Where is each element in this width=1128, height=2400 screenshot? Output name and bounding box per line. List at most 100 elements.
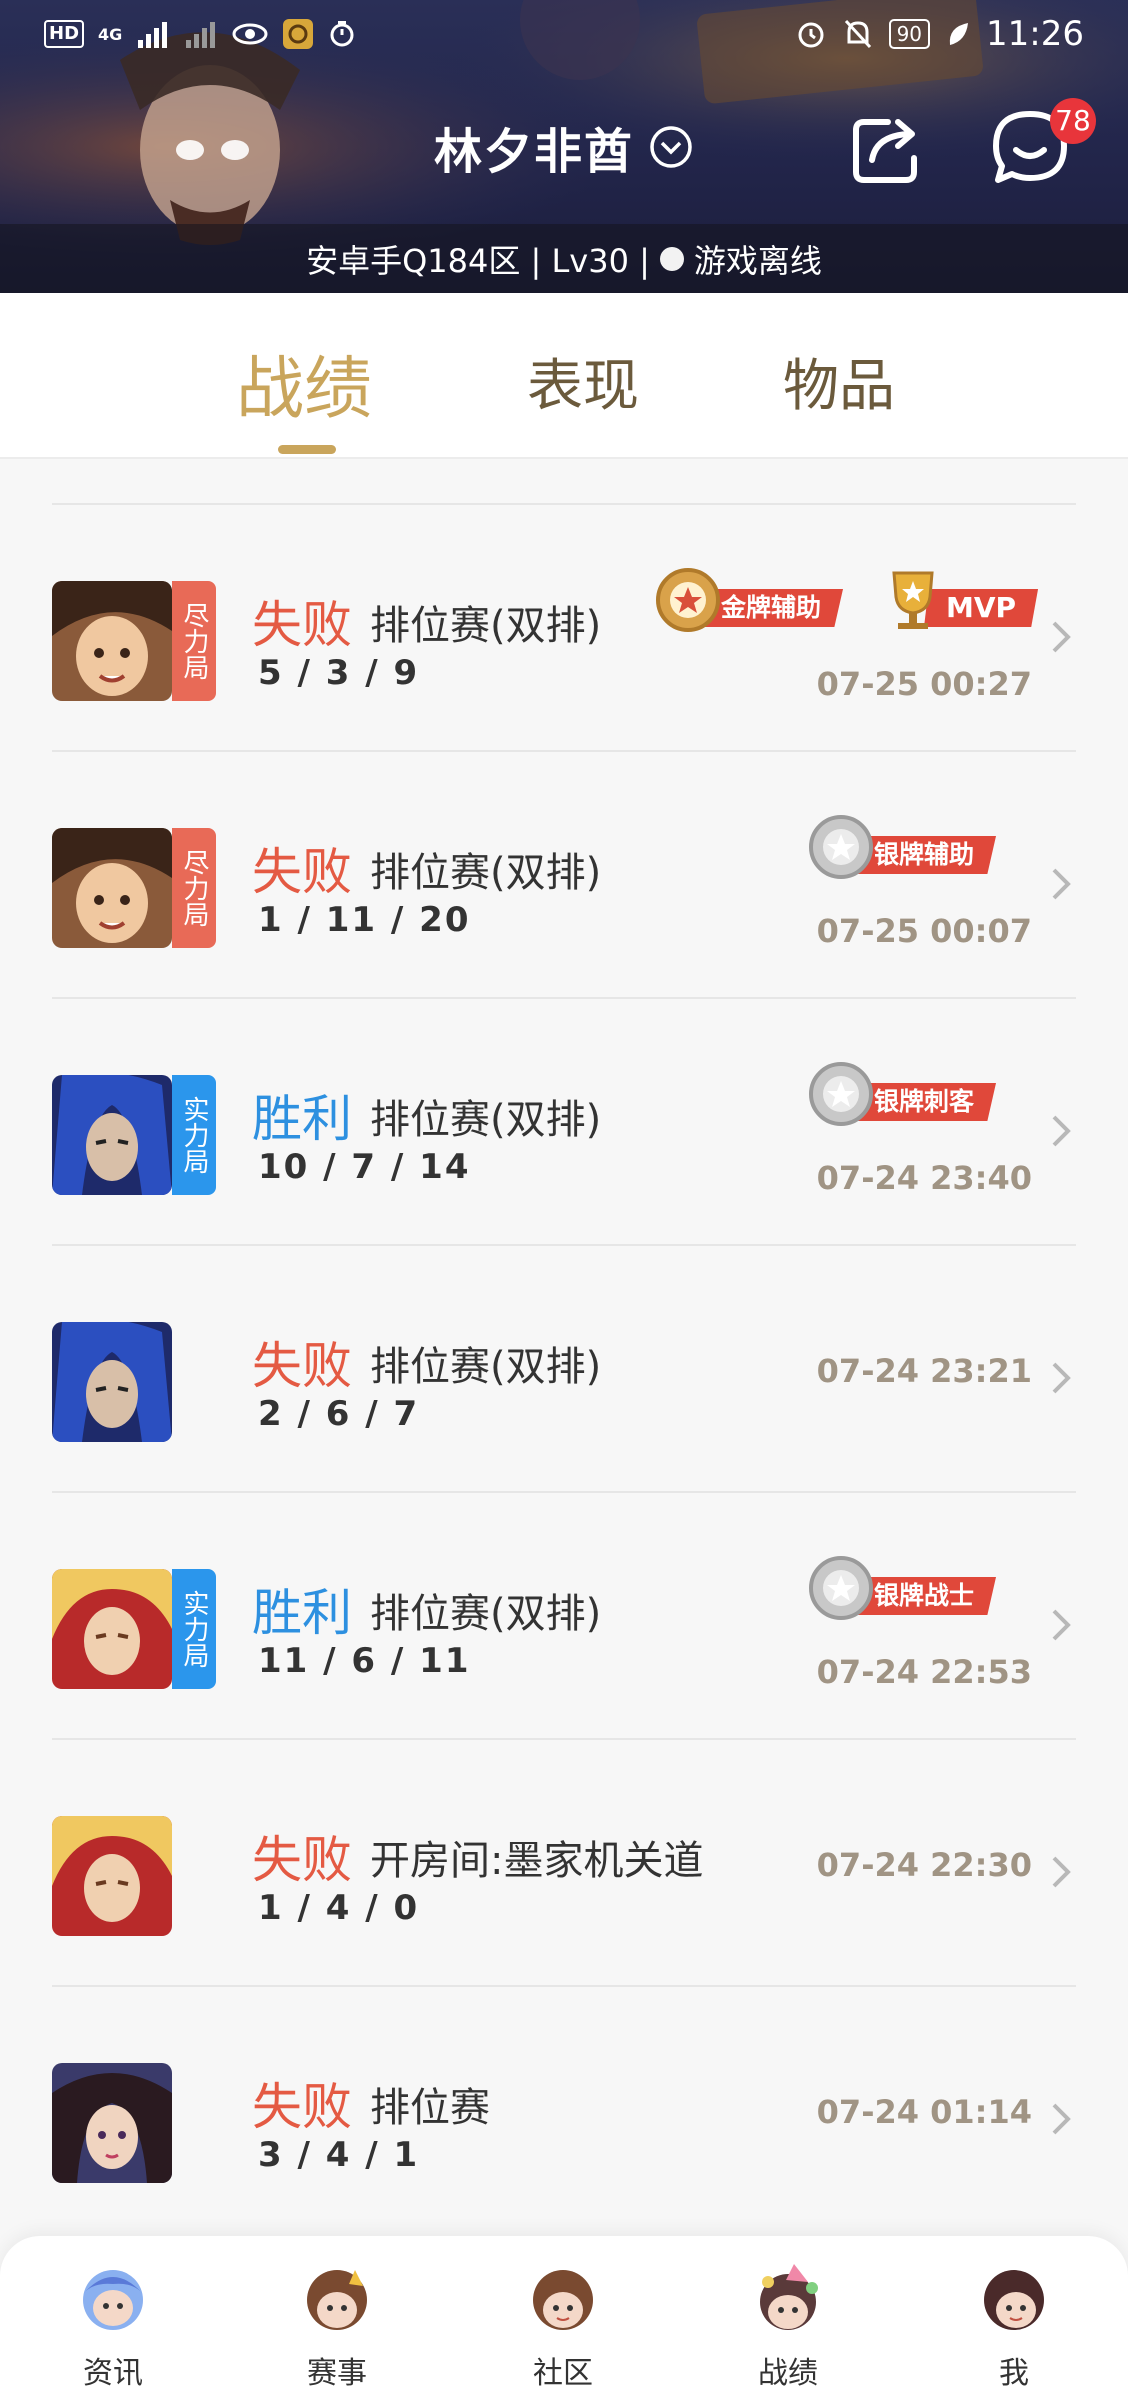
chevron-right-icon [1052, 1856, 1071, 1888]
share-icon[interactable] [848, 110, 926, 188]
hd-icon: HD [44, 20, 85, 48]
chevron-right-icon [1052, 1609, 1071, 1641]
nav-events[interactable]: 赛事 [277, 2260, 397, 2392]
match-mode: 排位赛(双排) [370, 1097, 602, 1143]
match-row[interactable]: 实力局 胜利 排位赛(双排) 11 / 6 / 11 银牌战士 07-24 22… [0, 1493, 1128, 1740]
nav-label: 战绩 [758, 2356, 818, 2391]
nav-label: 社区 [533, 2356, 593, 2391]
match-result: 失败 [252, 843, 352, 901]
hero-avatar [52, 581, 172, 701]
match-mode: 排位赛(双排) [370, 1591, 602, 1637]
eye-icon [232, 23, 268, 45]
tab-active-indicator [278, 445, 336, 454]
chevron-right-icon [1052, 868, 1071, 900]
match-time: 07-24 23:21 [816, 1352, 1032, 1390]
match-time: 07-24 23:40 [816, 1159, 1032, 1197]
match-time: 07-24 22:53 [816, 1653, 1032, 1691]
match-time: 07-25 00:07 [816, 912, 1032, 950]
status-bar: HD 4G 90 11:26 [0, 0, 1128, 70]
match-row[interactable]: 实力局 胜利 排位赛(双排) 10 / 7 / 14 银牌刺客 07-24 23… [0, 999, 1128, 1246]
community-avatar-icon [533, 2270, 593, 2330]
tab-bar: 战绩 表现 物品 [0, 293, 1128, 459]
hero-avatar [52, 828, 172, 948]
bottom-navigation: 资讯 赛事 社区 战绩 我 [0, 2236, 1128, 2400]
match-tag: 尽力局 [172, 828, 216, 948]
player-name: 林夕非酋 [433, 124, 634, 180]
news-avatar-icon [83, 2270, 143, 2330]
clock: 11:26 [986, 14, 1084, 54]
app-icon [283, 19, 314, 49]
match-tag: 实力局 [172, 1569, 216, 1689]
tab-record[interactable]: 战绩 [236, 333, 372, 432]
match-kda: 1 / 4 / 0 [258, 1888, 420, 1928]
match-mode: 开房间:墨家机关道 [370, 1838, 704, 1884]
match-row[interactable]: 失败 排位赛 3 / 4 / 1 07-24 01:14 [0, 1987, 1128, 2234]
hero-avatar [52, 1816, 172, 1936]
online-status: 游戏离线 [693, 241, 822, 280]
chevron-down-icon [650, 126, 692, 168]
events-avatar-icon [307, 2270, 367, 2330]
nav-record[interactable]: 战绩 [728, 2260, 848, 2392]
signal-icon [138, 22, 168, 48]
match-result: 失败 [252, 596, 352, 654]
match-kda: 11 / 6 / 11 [258, 1641, 471, 1681]
me-avatar-icon [984, 2270, 1044, 2330]
mute-bell-icon [844, 19, 871, 49]
title-row: 林夕非酋 [0, 112, 1128, 182]
tab-performance[interactable]: 表现 [527, 341, 639, 422]
match-result: 失败 [252, 1831, 352, 1889]
chevron-right-icon [1052, 1115, 1071, 1147]
match-kda: 2 / 6 / 7 [258, 1394, 420, 1434]
nav-label: 赛事 [307, 2356, 367, 2391]
leaf-icon [949, 23, 969, 45]
player-switcher[interactable]: 林夕非酋 [434, 112, 694, 182]
match-row[interactable]: 失败 开房间:墨家机关道 1 / 4 / 0 07-24 22:30 [0, 1740, 1128, 1987]
gold-medal-icon [656, 568, 720, 632]
nav-community[interactable]: 社区 [503, 2260, 623, 2392]
hero-avatar [52, 1569, 172, 1689]
match-time: 07-25 00:27 [816, 665, 1032, 703]
timer-icon [330, 21, 354, 47]
silver-assassin-badge: 银牌刺客 [808, 1061, 1028, 1127]
4g-signal-icon: 4G [98, 24, 123, 44]
match-row[interactable]: 尽力局 失败 排位赛(双排) 5 / 3 / 9 金牌辅助 MVP 07-25 … [0, 505, 1128, 752]
player-info-text: 安卓手Q184区 | Lv30 | [306, 241, 650, 280]
match-time: 07-24 22:30 [816, 1846, 1032, 1884]
mvp-badge: MVP [880, 567, 1039, 633]
hero-avatar [52, 2063, 172, 2183]
nav-label: 我 [999, 2356, 1029, 2391]
match-mode: 排位赛(双排) [370, 603, 602, 649]
match-row[interactable]: 失败 排位赛(双排) 2 / 6 / 7 07-24 23:21 [0, 1246, 1128, 1493]
chevron-right-icon [1052, 1362, 1071, 1394]
silver-medal-icon [809, 1062, 873, 1126]
match-tag: 尽力局 [172, 581, 216, 701]
player-info-bar: 安卓手Q184区 | Lv30 | 游戏离线 [0, 224, 1128, 293]
match-result: 失败 [252, 2078, 352, 2136]
match-result: 胜利 [252, 1090, 352, 1148]
match-kda: 10 / 7 / 14 [258, 1147, 471, 1187]
silver-support-badge: 银牌辅助 [808, 814, 1028, 880]
tab-items[interactable]: 物品 [783, 341, 895, 422]
match-time: 07-24 01:14 [816, 2093, 1032, 2131]
hero-avatar [52, 1075, 172, 1195]
match-mode: 排位赛(双排) [370, 850, 602, 896]
record-avatar-icon [760, 2264, 818, 2330]
match-tag: 实力局 [172, 1075, 216, 1195]
chevron-right-icon [1052, 2103, 1071, 2135]
match-mode: 排位赛(双排) [370, 1344, 602, 1390]
nav-news[interactable]: 资讯 [53, 2260, 173, 2392]
match-result: 失败 [252, 1337, 352, 1395]
silver-medal-icon [809, 1556, 873, 1620]
gold-support-badge: 金牌辅助 [655, 567, 875, 633]
hero-avatar [52, 1322, 172, 1442]
silver-warrior-badge: 银牌战士 [808, 1555, 1028, 1621]
match-mode: 排位赛 [370, 2085, 490, 2131]
match-row[interactable]: 尽力局 失败 排位赛(双排) 1 / 11 / 20 银牌辅助 07-25 00… [0, 752, 1128, 999]
battery-indicator: 90 [888, 19, 931, 49]
chevron-right-icon [1052, 621, 1071, 653]
nav-me[interactable]: 我 [954, 2260, 1074, 2392]
silver-medal-icon [809, 815, 873, 879]
profile-header: HD 4G 90 11:26 林夕非酋 78 安卓手Q184区 | Lv30 |… [0, 0, 1128, 293]
match-kda: 5 / 3 / 9 [258, 653, 420, 693]
trophy-icon [892, 571, 934, 629]
